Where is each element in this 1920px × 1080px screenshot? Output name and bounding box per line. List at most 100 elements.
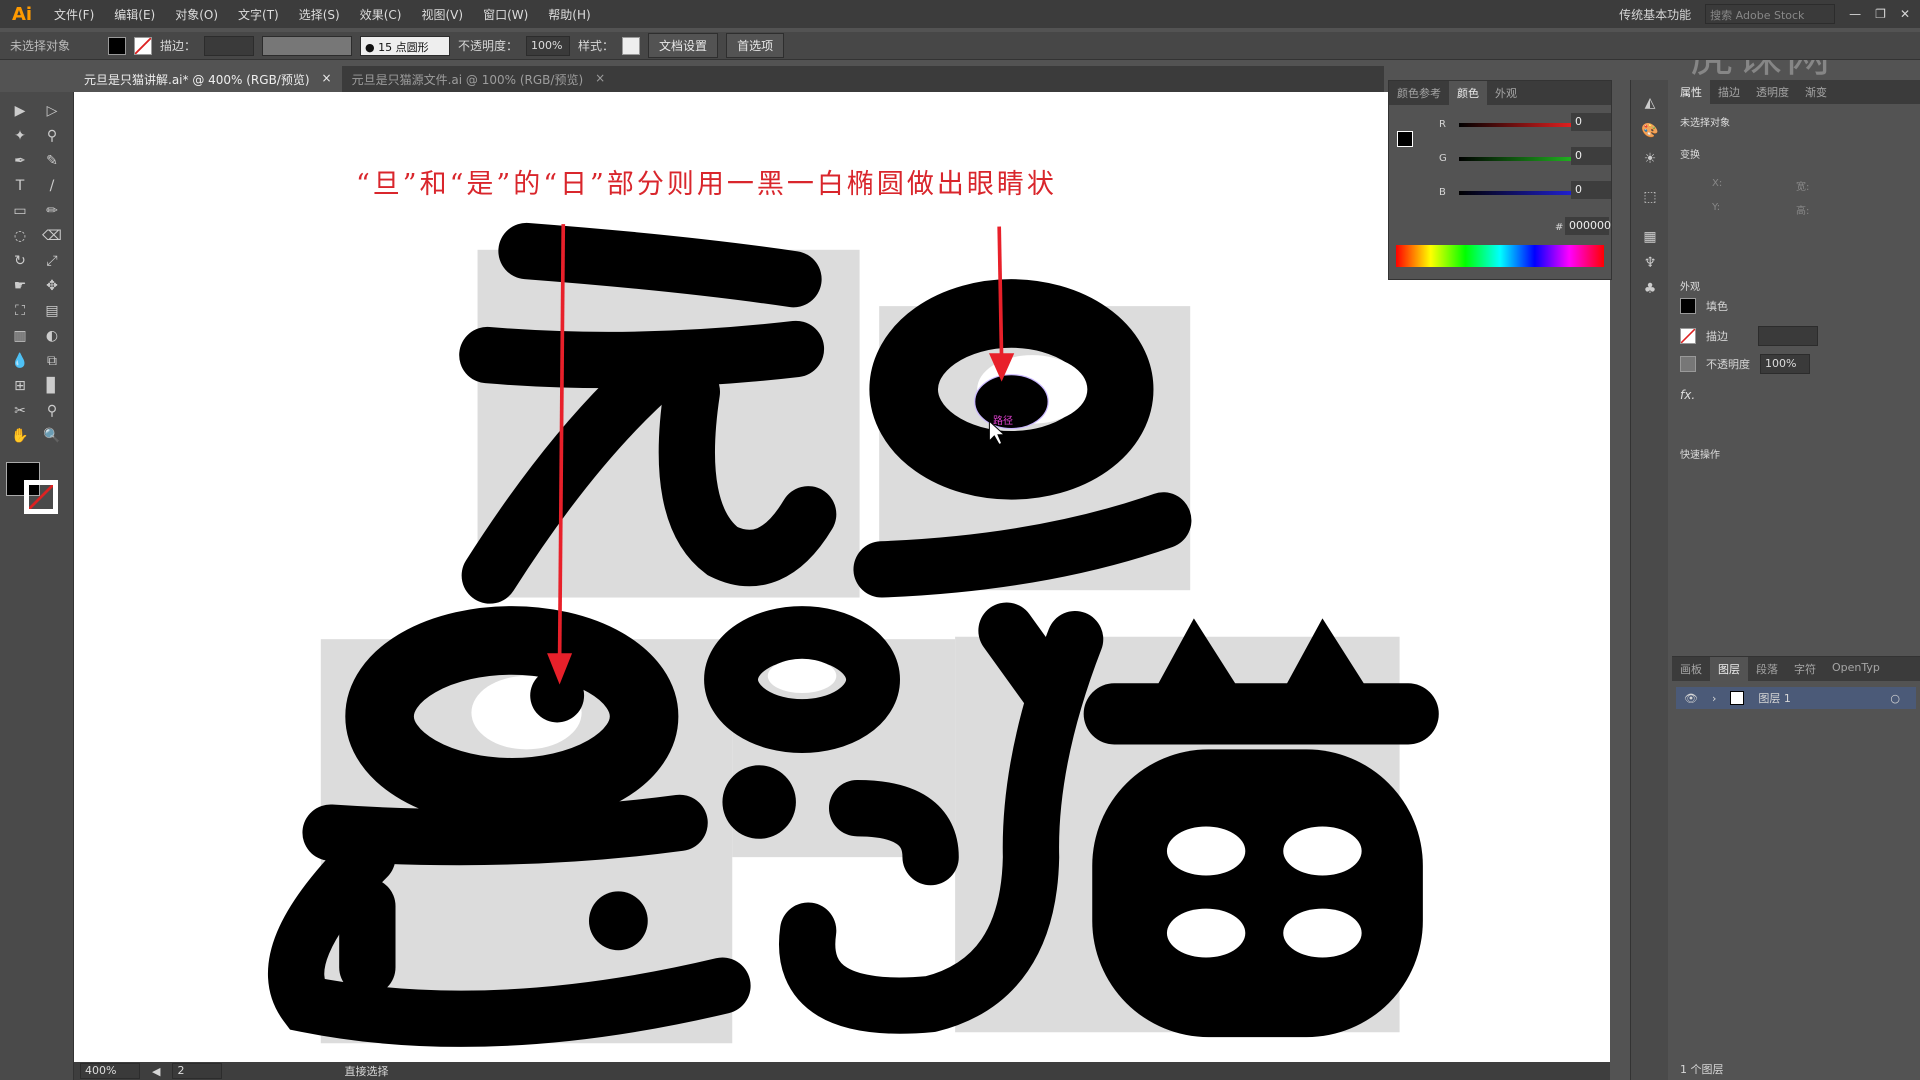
tool-icon[interactable]: ✂ [8, 400, 32, 422]
stroke-weight-input[interactable] [1758, 326, 1818, 346]
tool-icon[interactable]: ◐ [40, 325, 64, 347]
tool-icon[interactable]: 🔍 [40, 425, 64, 447]
menu-item[interactable]: 窗口(W) [473, 6, 538, 23]
menu-item[interactable]: 编辑(E) [104, 6, 165, 23]
eye-icon[interactable]: 👁 [1684, 692, 1698, 705]
tool-icon[interactable]: ⛶ [8, 300, 32, 322]
tool-icon[interactable]: / [40, 175, 64, 197]
menu-item[interactable]: 视图(V) [411, 6, 473, 23]
palette-icon[interactable]: 🎨 [1638, 120, 1662, 142]
stroke-swatch[interactable] [134, 36, 152, 55]
tool-icon[interactable]: ⊞ [8, 375, 32, 397]
stroke-swatch[interactable] [1680, 328, 1696, 344]
target-icon[interactable]: ○ [1890, 692, 1900, 705]
tool-icon[interactable]: ⌫ [40, 225, 64, 247]
menu-item[interactable]: 文件(F) [44, 6, 104, 23]
preferences-button[interactable]: 首选项 [726, 33, 785, 58]
hex-input[interactable]: 000000 [1565, 217, 1611, 235]
opacity-input[interactable]: 100% [1760, 354, 1810, 374]
tool-icon[interactable]: 💧 [8, 350, 32, 372]
expand-chevron-icon[interactable]: › [1712, 692, 1716, 705]
panel-tab[interactable]: 字符 [1786, 657, 1824, 681]
tool-icon[interactable]: ✎ [40, 150, 64, 172]
symbols-icon[interactable]: ♣ [1638, 278, 1662, 300]
panel-tab[interactable]: 属性 [1672, 80, 1710, 104]
brushes-icon[interactable]: ♆ [1638, 252, 1662, 274]
menu-item[interactable]: 文字(T) [228, 6, 289, 23]
prev-artboard-button[interactable]: ◀ [152, 1065, 160, 1078]
artboard-select[interactable]: 2 [172, 1063, 223, 1079]
panel-tab[interactable]: 段落 [1748, 657, 1786, 681]
b-slider[interactable] [1459, 191, 1579, 195]
close-icon[interactable]: × [322, 71, 332, 87]
menu-item[interactable]: 效果(C) [350, 6, 412, 23]
quick-actions-heading: 快速操作 [1680, 450, 1720, 461]
tool-icon[interactable]: ▊ [40, 375, 64, 397]
panel-tab[interactable]: 颜色参考 [1389, 81, 1449, 105]
tool-icon[interactable]: ◌ [8, 225, 32, 247]
panel-tab[interactable]: 画板 [1672, 657, 1710, 681]
document-tab[interactable]: 元旦是只猫讲解.ai* @ 400% (RGB/预览) × [74, 66, 342, 92]
tool-icon[interactable]: ✥ [40, 275, 64, 297]
tool-icon[interactable]: ✏ [40, 200, 64, 222]
stroke-color-box[interactable] [24, 480, 58, 514]
brush-definition[interactable]: ● 15 点圆形 [360, 35, 451, 56]
zoom-select[interactable]: 400% [80, 1063, 140, 1079]
tool-icon[interactable]: ✒ [8, 150, 32, 172]
tool-icon[interactable]: T [8, 175, 32, 197]
panel-tab[interactable]: 透明度 [1748, 80, 1797, 104]
panel-tab[interactable]: 渐变 [1797, 80, 1835, 104]
fx-button[interactable]: fx. [1680, 388, 1695, 402]
opacity-label[interactable]: 不透明度 [1706, 356, 1750, 372]
tool-icon[interactable]: ▷ [40, 100, 64, 122]
g-value[interactable]: 0 [1571, 147, 1611, 165]
appearance-icon[interactable]: ☀ [1638, 148, 1662, 170]
tool-icon[interactable]: ▥ [8, 325, 32, 347]
selection-status: 未选择对象 [10, 39, 71, 53]
panel-tab[interactable]: 描边 [1710, 80, 1748, 104]
panel-tab[interactable]: OpenTyp [1824, 657, 1888, 681]
color-spectrum[interactable] [1396, 245, 1604, 267]
b-value[interactable]: 0 [1571, 181, 1611, 199]
menu-item[interactable]: 对象(O) [165, 6, 228, 23]
document-setup-button[interactable]: 文档设置 [648, 33, 719, 58]
close-window-button[interactable]: ✕ [1900, 7, 1910, 21]
tool-icon[interactable]: ⤢ [40, 250, 64, 272]
panel-tab[interactable]: 颜色 [1449, 81, 1487, 105]
tool-icon[interactable]: ⚲ [40, 400, 64, 422]
tool-icon[interactable]: ⧉ [40, 350, 64, 372]
opacity-input[interactable]: 100% [526, 35, 571, 56]
stroke-weight-input[interactable] [204, 35, 255, 56]
artboard-canvas[interactable] [74, 92, 1610, 1062]
tool-icon[interactable]: ▤ [40, 300, 64, 322]
document-tab[interactable]: 元旦是只猫源文件.ai @ 100% (RGB/预览) × [342, 66, 616, 92]
r-value[interactable]: 0 [1571, 113, 1611, 131]
layer-row[interactable]: 👁 › 图层 1 ○ [1676, 687, 1916, 709]
panel-tab[interactable]: 图层 [1710, 657, 1748, 681]
panel-tab[interactable]: 外观 [1487, 81, 1525, 105]
tool-icon[interactable]: ✋ [8, 425, 32, 447]
tool-icon[interactable]: ▭ [8, 200, 32, 222]
tool-icon[interactable]: ☛ [8, 275, 32, 297]
tool-icon[interactable]: ✦ [8, 125, 32, 147]
swatches-icon[interactable]: ▦ [1638, 226, 1662, 248]
gradient-panel-icon[interactable]: ◭ [1638, 92, 1662, 114]
restore-button[interactable]: ❐ [1875, 7, 1886, 21]
fill-indicator[interactable] [1397, 131, 1413, 147]
fill-swatch[interactable] [108, 36, 126, 55]
variable-width-profile[interactable] [262, 35, 353, 56]
workspace-switcher[interactable]: 传统基本功能 [1619, 6, 1691, 23]
minimize-button[interactable]: — [1849, 7, 1861, 21]
menu-item[interactable]: 帮助(H) [538, 6, 600, 23]
tool-icon[interactable]: ▶ [8, 100, 32, 122]
fill-swatch[interactable] [1680, 298, 1696, 314]
menu-item[interactable]: 选择(S) [289, 6, 350, 23]
close-icon[interactable]: × [595, 71, 605, 87]
g-slider[interactable] [1459, 157, 1579, 161]
stroke-label[interactable]: 描边 [1706, 328, 1728, 344]
style-swatch[interactable] [622, 36, 641, 55]
r-slider[interactable] [1459, 123, 1579, 127]
tool-icon[interactable]: ⚲ [40, 125, 64, 147]
transform-icon[interactable]: ⬚ [1638, 186, 1662, 208]
tool-icon[interactable]: ↻ [8, 250, 32, 272]
